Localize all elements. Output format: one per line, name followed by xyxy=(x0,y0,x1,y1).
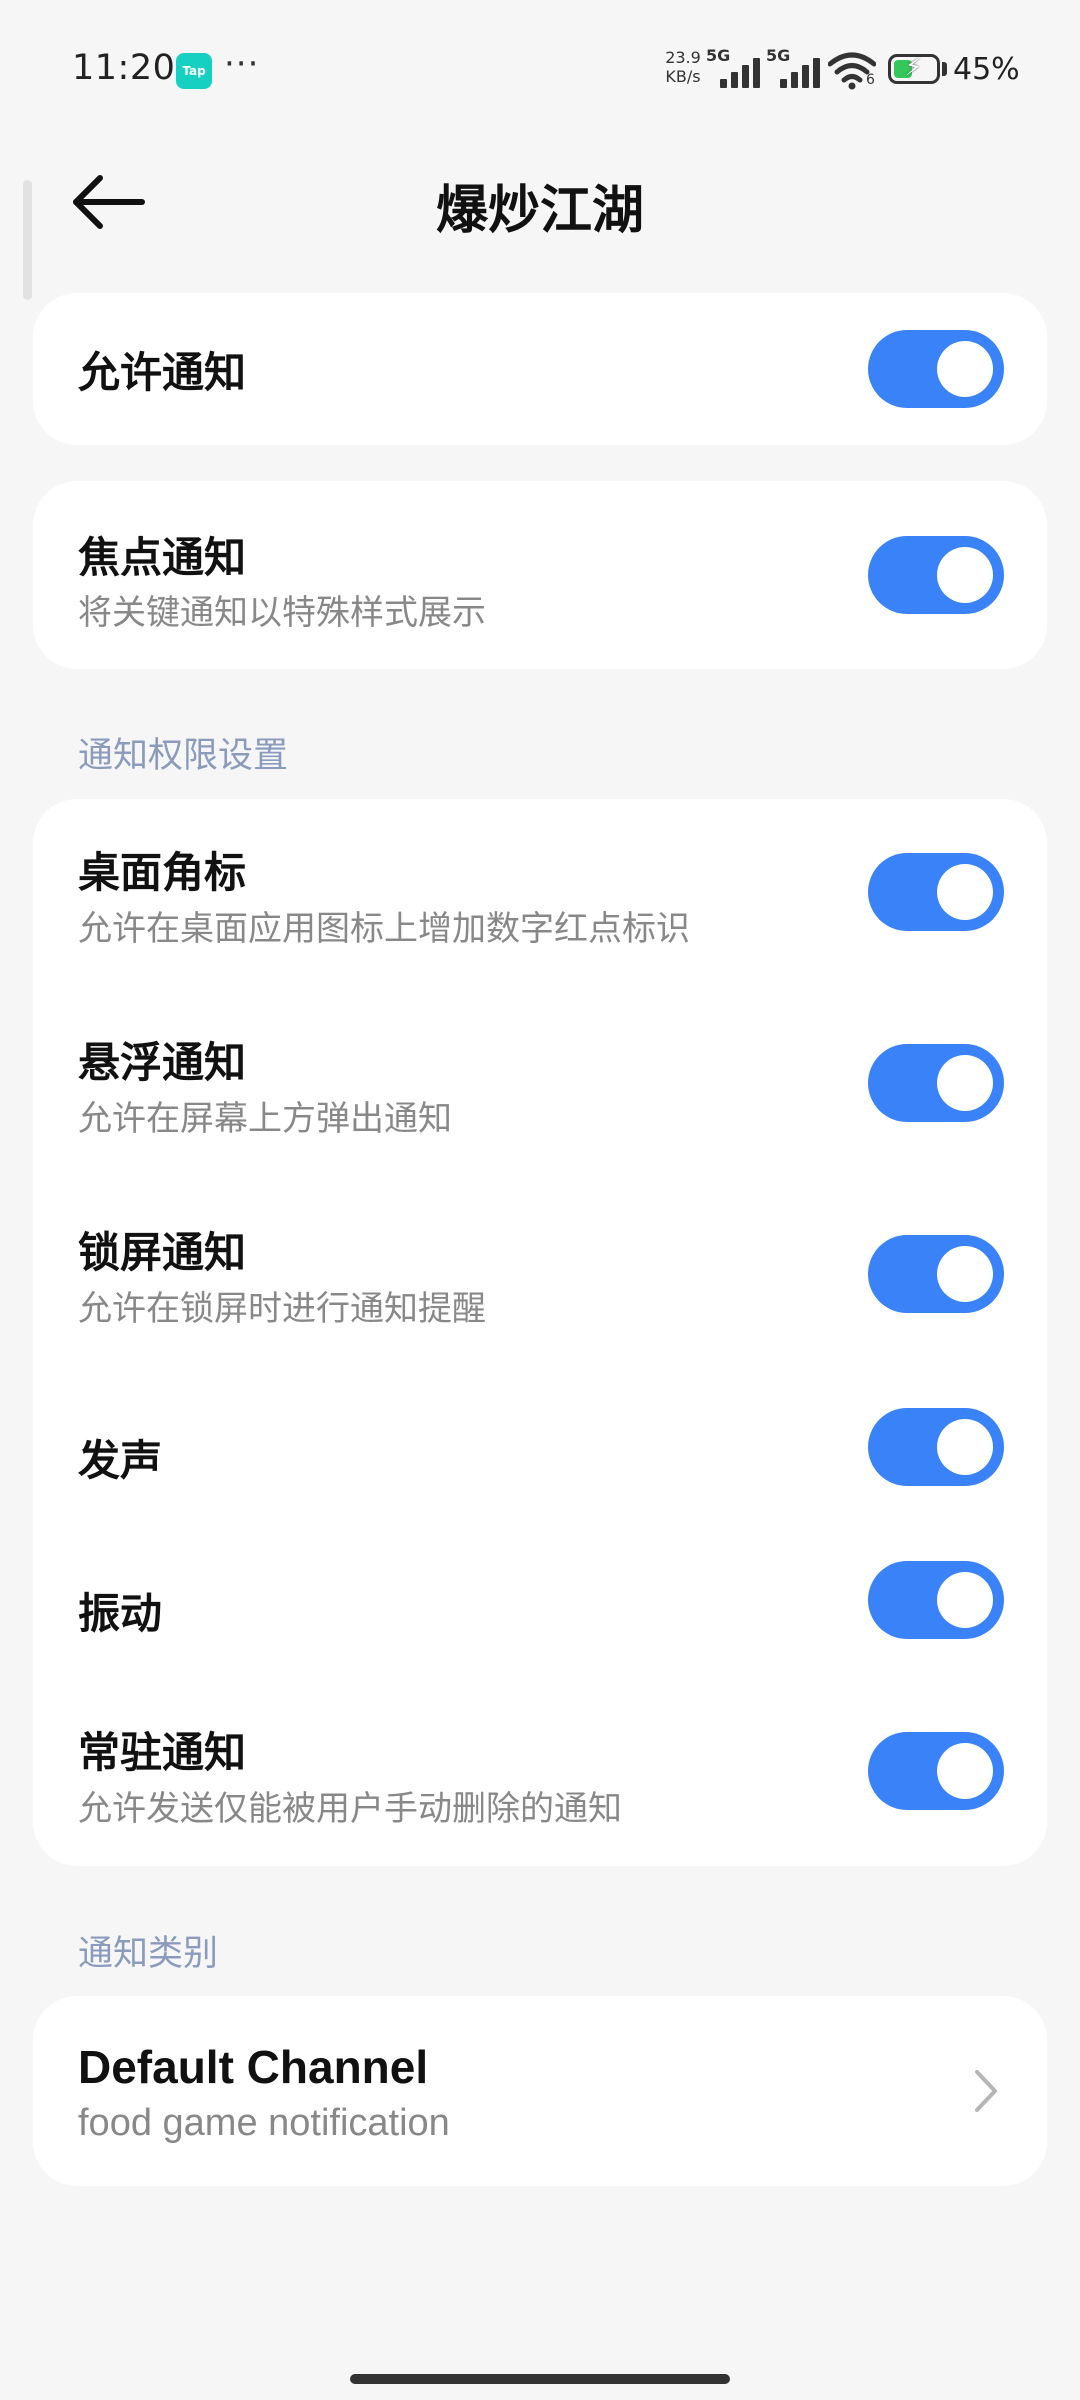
setting-description: 允许发送仅能被用户手动删除的通知 xyxy=(78,1789,622,1829)
network-speed: 23.9 KB/s xyxy=(660,48,706,86)
signal-sim1-icon: 5G xyxy=(706,46,766,92)
taptap-app-icon: Tap xyxy=(176,53,212,89)
focus-notification-description: 将关键通知以特殊样式展示 xyxy=(78,593,486,633)
allow-notification-label: 允许通知 xyxy=(78,348,247,397)
battery-icon: ⚡ xyxy=(888,53,940,84)
setting-row-badge[interactable]: 桌面角标 允许在桌面应用图标上增加数字红点标识 xyxy=(33,819,1047,989)
allow-notification-toggle[interactable] xyxy=(868,330,1004,408)
setting-row-floating[interactable]: 悬浮通知 允许在屏幕上方弹出通知 xyxy=(33,1009,1047,1179)
persistent-notification-toggle[interactable] xyxy=(868,1732,1004,1810)
focus-notification-row[interactable]: 焦点通知 将关键通知以特殊样式展示 xyxy=(33,481,1047,669)
setting-row-lockscreen[interactable]: 锁屏通知 允许在锁屏时进行通知提醒 xyxy=(33,1199,1047,1369)
permissions-card: 桌面角标 允许在桌面应用图标上增加数字红点标识 悬浮通知 允许在屏幕上方弹出通知… xyxy=(33,799,1047,1866)
setting-title: 发声 xyxy=(78,1436,163,1485)
battery-percent: 45% xyxy=(953,52,1020,87)
battery-tip xyxy=(942,62,947,76)
toggle-knob xyxy=(937,864,993,920)
setting-title: 常驻通知 xyxy=(78,1728,247,1777)
signal-sim2-icon: 5G xyxy=(766,46,826,92)
toggle-knob xyxy=(937,1743,993,1799)
wifi-standard-label: 6 xyxy=(866,72,875,88)
page-title: 爆炒江湖 xyxy=(435,181,644,241)
more-notifications-icon: ··· xyxy=(224,44,260,84)
status-time: 11:20 xyxy=(72,48,176,88)
setting-title: 悬浮通知 xyxy=(78,1038,247,1087)
chevron-right-icon xyxy=(975,2070,997,2112)
section-header-categories: 通知类别 xyxy=(78,1934,219,1974)
focus-notification-card: 焦点通知 将关键通知以特殊样式展示 xyxy=(33,481,1047,669)
channel-description: food game notification xyxy=(78,2102,450,2144)
toggle-knob xyxy=(937,1419,993,1475)
setting-row-sound[interactable]: 发声 xyxy=(33,1389,1047,1529)
badge-toggle[interactable] xyxy=(868,853,1004,931)
floating-notification-toggle[interactable] xyxy=(868,1044,1004,1122)
status-bar: 11:20 Tap ··· 23.9 KB/s 5G 5G 6 ⚡ 45% xyxy=(0,0,1080,140)
toggle-knob xyxy=(937,547,993,603)
toggle-knob xyxy=(937,1055,993,1111)
setting-row-persistent[interactable]: 常驻通知 允许发送仅能被用户手动删除的通知 xyxy=(33,1699,1047,1859)
setting-description: 允许在桌面应用图标上增加数字红点标识 xyxy=(78,909,690,949)
setting-title: 振动 xyxy=(78,1589,163,1638)
toggle-knob xyxy=(937,341,993,397)
allow-notification-card: 允许通知 xyxy=(33,293,1047,445)
vibration-toggle[interactable] xyxy=(868,1561,1004,1639)
network-speed-value: 23.9 xyxy=(665,48,701,67)
setting-title: 锁屏通知 xyxy=(78,1228,247,1277)
setting-row-vibration[interactable]: 振动 xyxy=(33,1544,1047,1684)
default-channel-row[interactable]: Default Channel food game notification xyxy=(33,1996,1047,2186)
categories-card: Default Channel food game notification xyxy=(33,1996,1047,2186)
allow-notification-row[interactable]: 允许通知 xyxy=(33,293,1047,445)
lockscreen-notification-toggle[interactable] xyxy=(868,1235,1004,1313)
setting-title: 桌面角标 xyxy=(78,848,247,897)
focus-notification-label: 焦点通知 xyxy=(78,533,247,582)
setting-description: 允许在屏幕上方弹出通知 xyxy=(78,1099,452,1139)
toggle-knob xyxy=(937,1572,993,1628)
sound-toggle[interactable] xyxy=(868,1408,1004,1486)
setting-description: 允许在锁屏时进行通知提醒 xyxy=(78,1289,486,1329)
section-header-permissions: 通知权限设置 xyxy=(78,736,289,776)
focus-notification-toggle[interactable] xyxy=(868,536,1004,614)
toggle-knob xyxy=(937,1246,993,1302)
network-speed-unit: KB/s xyxy=(665,67,701,86)
charging-bolt-icon: ⚡ xyxy=(905,53,922,81)
channel-title: Default Channel xyxy=(78,2041,429,2093)
home-indicator[interactable] xyxy=(350,2374,730,2384)
